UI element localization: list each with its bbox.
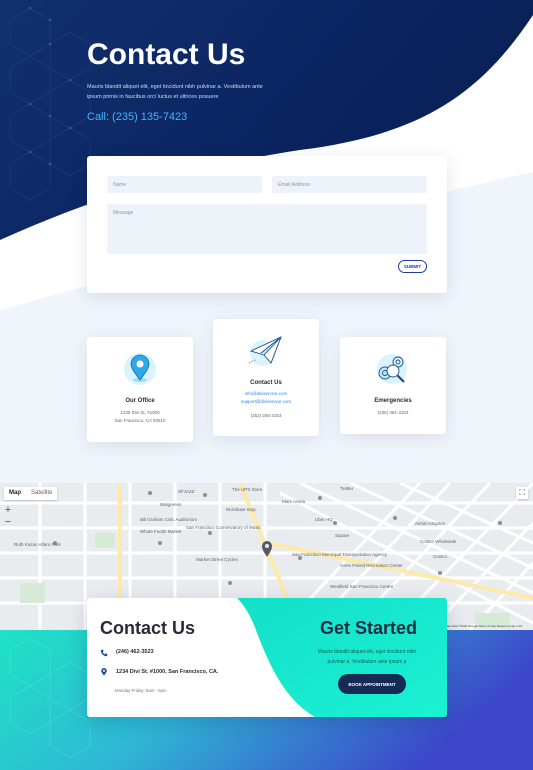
map-credit: Map data ©2020 Google Terms of Use Repor… bbox=[445, 624, 523, 628]
contact-card-small: Contact Us info@diviservice.com support@… bbox=[213, 319, 319, 436]
map-label: Whole Foods Market bbox=[140, 529, 182, 534]
card-title: Our Office bbox=[125, 398, 155, 404]
map-type-toggle: Map Satellite bbox=[4, 487, 58, 500]
location-pin-icon bbox=[124, 353, 156, 385]
contact-form: Name Email Address Message SUBMIT bbox=[87, 156, 447, 293]
map-label: Uber HQ bbox=[315, 517, 333, 522]
zoom-controls: + − bbox=[2, 504, 14, 528]
map-label: Twitter bbox=[340, 486, 354, 491]
map-label: Westfield San Francisco Centre bbox=[330, 584, 394, 589]
map-label: Gene Friend Recreation Center bbox=[340, 563, 403, 568]
phone-text: (252) 256-3153 bbox=[250, 413, 282, 418]
phone-icon bbox=[100, 649, 108, 657]
submit-button[interactable]: SUBMIT bbox=[398, 260, 427, 273]
office-card: Our Office 1235 Divi St. #1000 San Franc… bbox=[87, 337, 193, 442]
contact-phone[interactable]: (246) 462-3523 bbox=[116, 649, 154, 655]
email-link[interactable]: support@diviservice.com bbox=[213, 399, 319, 404]
card-title: Contact Us bbox=[250, 380, 282, 386]
email-field[interactable]: Email Address bbox=[272, 176, 427, 193]
contact-address-row: 1234 Divi St. #1000, San Francisco, CA. bbox=[100, 668, 230, 677]
map-label: The UPS Store bbox=[232, 487, 263, 492]
cta-title: Get Started bbox=[320, 618, 418, 638]
contact-phone-row: (246) 462-3523 bbox=[100, 649, 154, 657]
map-type-satellite[interactable]: Satellite bbox=[26, 487, 57, 500]
office-address-line: 1235 Divi St. #1000 bbox=[120, 410, 160, 415]
paper-plane-icon bbox=[248, 336, 282, 366]
zoom-in-button[interactable]: + bbox=[2, 504, 14, 516]
hero-description: Mauris blandit aliquet elit, eget tincid… bbox=[87, 84, 263, 100]
message-field[interactable]: Message bbox=[107, 204, 427, 254]
email-link[interactable]: info@diviservice.com bbox=[213, 391, 319, 396]
map-label: Aerial Artspace bbox=[415, 521, 446, 526]
zoom-out-button[interactable]: − bbox=[2, 516, 14, 528]
map-label: Mars Arena bbox=[282, 499, 306, 504]
map-label: Costco bbox=[433, 554, 448, 559]
map-marker-icon bbox=[262, 541, 272, 557]
call-link[interactable]: Call: (235) 135-7423 bbox=[87, 111, 187, 123]
contact-address: 1234 Divi St. #1000, San Francisco, CA. bbox=[116, 669, 219, 675]
map-label: San Francisco Conservatory of Music bbox=[186, 525, 262, 530]
map-type-map[interactable]: Map bbox=[4, 487, 26, 500]
location-icon bbox=[101, 668, 107, 676]
card-title: Emergencies bbox=[374, 398, 412, 404]
cta-description: Mauris blandit aliquet elit, eget tincid… bbox=[317, 649, 417, 665]
name-field[interactable]: Name bbox=[107, 176, 262, 193]
map-label: Market Street Cycles bbox=[196, 557, 239, 562]
emergencies-card: Emergencies (235) 361-3153 bbox=[340, 337, 446, 434]
book-appointment-button[interactable]: BOOK APPOINTMENT bbox=[338, 674, 406, 694]
gears-magnifier-icon bbox=[377, 354, 407, 384]
office-address-line: San Francisco, CA 93510 bbox=[114, 418, 166, 423]
map-label: Square bbox=[335, 533, 350, 538]
phone-text: (235) 361-3153 bbox=[377, 410, 409, 415]
contact-title: Contact Us bbox=[100, 618, 196, 638]
office-hours: Monday-Friday: 8am - 5pm bbox=[115, 688, 167, 693]
map-label: Ruth Kazan Alfaro Park bbox=[14, 542, 62, 547]
contact-cta-card: Contact Us (246) 462-3523 1234 Divi St. … bbox=[87, 598, 447, 717]
map-label: Walgreens bbox=[160, 502, 182, 507]
map-label: Rickshaw Stop bbox=[226, 507, 256, 512]
fullscreen-icon[interactable]: ⛶ bbox=[516, 487, 528, 499]
map-label: Bill Graham Civic Auditorium bbox=[140, 517, 197, 522]
map-label: San Francisco Municipal Transportation A… bbox=[292, 552, 388, 557]
map-label: SFJAZZ bbox=[178, 489, 195, 494]
map-label: Costco Wholesale bbox=[420, 539, 457, 544]
page-title: Contact Us bbox=[87, 38, 246, 71]
